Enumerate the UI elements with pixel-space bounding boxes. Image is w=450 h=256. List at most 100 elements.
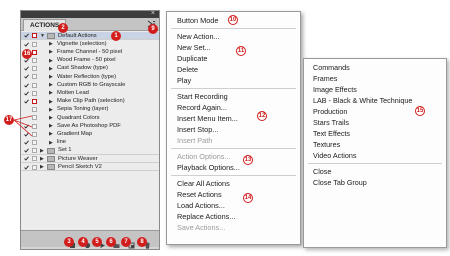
expand-triangle-icon[interactable]: ▶ (49, 140, 53, 146)
expand-triangle-icon[interactable]: ▶ (49, 115, 53, 121)
action-label: Default Actions (58, 32, 97, 39)
annotation-badge-16: 16 (22, 49, 32, 59)
annotation-badge-10: 10 (228, 15, 238, 25)
menu-item-insert-stop[interactable]: Insert Stop... (177, 125, 218, 134)
annotation-badge-13: 13 (243, 155, 253, 165)
action-row[interactable]: ▶ Cast Shadow (type) (21, 65, 159, 73)
expand-triangle-icon[interactable]: ▶ (49, 123, 53, 129)
include-toggle-checkbox[interactable] (24, 148, 29, 153)
expand-triangle-open-icon[interactable]: ▼ (40, 33, 45, 39)
include-toggle-checkbox[interactable] (24, 83, 29, 88)
action-row[interactable]: ▶ Make Clip Path (selection) (21, 98, 159, 106)
expand-triangle-icon[interactable]: ▶ (49, 82, 53, 88)
include-toggle-checkbox[interactable] (24, 33, 29, 39)
submenu-item-image-effects[interactable]: Image Effects (313, 85, 357, 94)
dialog-toggle-box[interactable] (32, 33, 37, 39)
action-row[interactable]: ▶ Custom RGB to Grayscale (21, 81, 159, 89)
panel-close-icon[interactable]: × (151, 10, 155, 18)
action-label: Water Reflection (type) (57, 73, 117, 80)
dialog-toggle-box[interactable] (32, 90, 37, 96)
annotation-badge-11: 11 (236, 46, 246, 56)
menu-item-playback-options[interactable]: Playback Options... (177, 163, 240, 172)
submenu-item-close-tab-group[interactable]: Close Tab Group (313, 178, 367, 187)
submenu-item-video-actions[interactable]: Video Actions (313, 151, 356, 160)
menu-item-delete[interactable]: Delete (177, 65, 198, 74)
action-row[interactable]: ▶ Vignette (selection) (21, 40, 159, 48)
action-set-row[interactable]: ▶ Pencil Sketch V2 (21, 163, 159, 172)
menu-divider (171, 175, 296, 176)
expand-triangle-icon[interactable]: ▶ (49, 58, 53, 64)
submenu-item-commands[interactable]: Commands (313, 63, 350, 72)
expand-triangle-icon[interactable]: ▶ (49, 107, 53, 113)
include-toggle-checkbox[interactable] (24, 156, 29, 162)
menu-item-button-mode[interactable]: Button Mode (177, 16, 218, 25)
dialog-toggle-box[interactable] (32, 82, 37, 88)
expand-triangle-icon[interactable]: ▶ (40, 156, 44, 162)
dialog-toggle-box[interactable] (32, 66, 37, 72)
dialog-toggle-box[interactable] (32, 41, 37, 47)
menu-item-reset-actions[interactable]: Reset Actions (177, 190, 222, 199)
action-set-row[interactable]: ▶ Picture Weaver (21, 155, 159, 164)
include-toggle-checkbox[interactable] (24, 74, 29, 80)
menu-item-new-action[interactable]: New Action... (177, 32, 220, 41)
action-label: Picture Weaver (58, 155, 98, 162)
expand-triangle-icon[interactable]: ▶ (40, 148, 44, 154)
include-toggle-checkbox[interactable] (24, 99, 29, 104)
include-toggle-checkbox[interactable] (24, 42, 29, 47)
include-toggle-checkbox[interactable] (24, 91, 29, 96)
expand-triangle-icon[interactable]: ▶ (49, 41, 53, 47)
expand-triangle-icon[interactable]: ▶ (49, 49, 53, 55)
expand-triangle-icon[interactable]: ▶ (40, 164, 44, 170)
dialog-toggle-box[interactable] (32, 156, 37, 162)
action-label: Cast Shadow (type) (57, 65, 108, 72)
submenu-item-production[interactable]: Production (313, 107, 347, 116)
action-row[interactable]: ▶ Molten Lead (21, 89, 159, 97)
menu-item-action-options: Action Options... (177, 152, 231, 161)
expand-triangle-icon[interactable]: ▶ (49, 90, 53, 96)
dialog-toggle-box[interactable] (32, 49, 37, 55)
submenu-item-close[interactable]: Close (313, 167, 331, 176)
menu-item-load-actions[interactable]: Load Actions... (177, 201, 225, 210)
submenu-item-textures[interactable]: Textures (313, 140, 340, 149)
dialog-toggle-box[interactable] (32, 148, 37, 154)
action-set-row[interactable]: ▼ Default Actions (21, 32, 159, 41)
menu-item-duplicate[interactable]: Duplicate (177, 54, 207, 63)
expand-triangle-icon[interactable]: ▶ (49, 99, 53, 105)
action-label: line (57, 139, 67, 146)
submenu-item-lab-bw[interactable]: LAB - Black & White Technique (313, 96, 412, 105)
expand-triangle-icon[interactable]: ▶ (49, 74, 53, 80)
actions-panel-flyout-menu: Button Mode New Action... New Set... Dup… (166, 11, 301, 245)
menu-item-insert-path: Insert Path (177, 136, 213, 145)
submenu-item-text-effects[interactable]: Text Effects (313, 129, 350, 138)
menu-item-start-recording[interactable]: Start Recording (177, 92, 228, 101)
submenu-item-frames[interactable]: Frames (313, 74, 337, 83)
annotation-badge-7: 7 (121, 237, 131, 247)
expand-triangle-icon[interactable]: ▶ (49, 66, 53, 72)
dialog-toggle-box[interactable] (32, 98, 37, 104)
dialog-toggle-box[interactable] (32, 57, 37, 63)
include-toggle-checkbox[interactable] (24, 165, 29, 170)
menu-item-play[interactable]: Play (177, 76, 191, 85)
menu-item-record-again[interactable]: Record Again... (177, 103, 227, 112)
action-label: Custom RGB to Grayscale (57, 81, 126, 88)
menu-item-insert-menu-item[interactable]: Insert Menu Item... (177, 114, 238, 123)
submenu-item-stars-trails[interactable]: Stars Trails (313, 118, 349, 127)
include-toggle-checkbox[interactable] (24, 66, 29, 71)
annotation-17-leader-lines (13, 115, 33, 137)
menu-item-replace-actions[interactable]: Replace Actions... (177, 212, 235, 221)
folder-icon (47, 33, 55, 39)
action-set-row[interactable]: ▶ Set 1 (21, 147, 159, 155)
folder-icon (47, 156, 55, 162)
action-row[interactable]: ▶ Water Reflection (type) (21, 73, 159, 81)
menu-item-new-set[interactable]: New Set... (177, 43, 211, 52)
dialog-toggle-box[interactable] (32, 164, 37, 170)
expand-triangle-icon[interactable]: ▶ (49, 131, 53, 137)
action-row[interactable]: ▶ Wood Frame - 50 pixel (21, 57, 159, 65)
annotation-badge-17: 17 (4, 115, 14, 125)
menu-divider (171, 148, 296, 149)
dialog-toggle-box[interactable] (32, 74, 37, 80)
action-row[interactable]: ▶ Frame Channel - 50 pixel (21, 48, 159, 56)
panel-title-bar: × (21, 10, 159, 18)
action-label: Save As Photoshop PDF (57, 122, 121, 129)
menu-item-clear-all-actions[interactable]: Clear All Actions (177, 179, 230, 188)
